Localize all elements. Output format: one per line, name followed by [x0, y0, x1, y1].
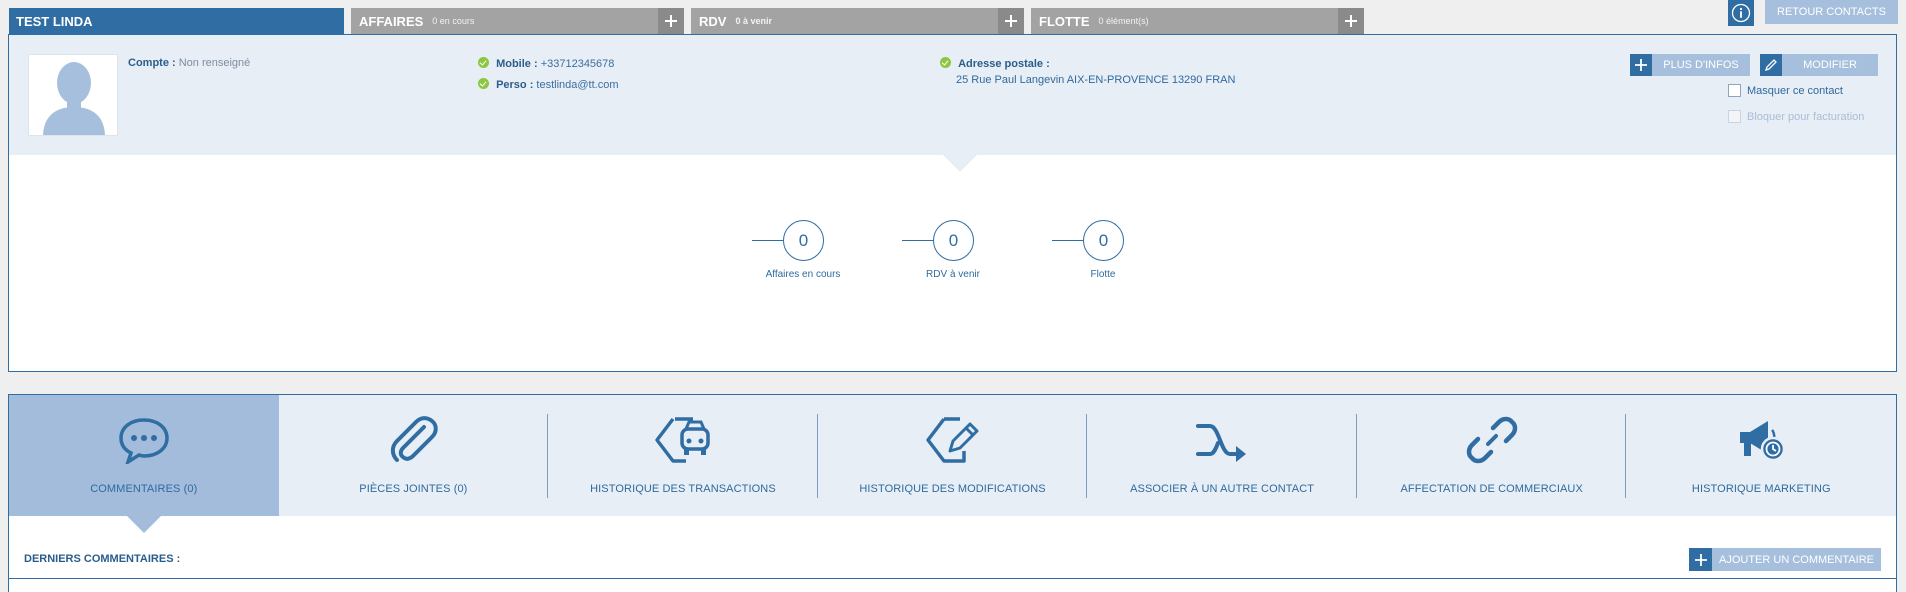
tab-rdv-sub: 0 à venir	[735, 16, 772, 26]
link-icon	[1466, 410, 1518, 470]
check-icon	[478, 57, 489, 68]
tab-associer-contact[interactable]: ASSOCIER À UN AUTRE CONTACT	[1087, 395, 1357, 516]
modifier-button[interactable]: MODIFIER	[1760, 54, 1878, 76]
tab-commentaires[interactable]: COMMENTAIRES (0)	[9, 395, 279, 516]
mobile-value[interactable]: +33712345678	[541, 58, 615, 70]
divider	[9, 578, 1896, 579]
megaphone-history-icon	[1734, 410, 1788, 470]
edit-tag-icon	[924, 410, 982, 470]
contact-panel: Compte : Non renseigné Mobile : +3371234…	[8, 34, 1897, 372]
bloquer-label: Bloquer pour facturation	[1747, 110, 1865, 123]
tab-rdv[interactable]: RDV 0 à venir	[691, 8, 1024, 34]
add-rdv-button[interactable]	[998, 8, 1024, 34]
stat-affaires-value: 0	[783, 220, 824, 261]
tab-associer-contact-label: ASSOCIER À UN AUTRE CONTACT	[1130, 483, 1315, 495]
ajouter-commentaire-label: AJOUTER UN COMMENTAIRE	[1718, 553, 1875, 566]
compte-label: Compte :	[128, 57, 176, 69]
adresse-line: Adresse postale :	[940, 57, 1050, 70]
check-icon	[940, 57, 951, 68]
compte-line: Compte : Non renseigné	[128, 57, 250, 69]
perso-email[interactable]: testlinda@tt.com	[536, 79, 618, 91]
panel-pointer	[943, 155, 977, 172]
avatar	[28, 54, 118, 136]
info-icon	[1731, 3, 1751, 23]
perso-label: Perso :	[496, 79, 534, 91]
tab-historique-marketing-label: HISTORIQUE MARKETING	[1691, 483, 1831, 495]
plus-icon	[1005, 15, 1017, 27]
paperclip-icon	[386, 410, 440, 470]
tab-affaires-sub: 0 en cours	[432, 16, 475, 26]
plus-infos-button[interactable]: PLUS D'INFOS	[1630, 54, 1750, 76]
retour-contacts-button[interactable]: RETOUR CONTACTS	[1765, 0, 1898, 24]
info-button[interactable]	[1728, 0, 1754, 26]
mobile-line: Mobile : +33712345678	[478, 57, 614, 70]
plus-icon	[1689, 548, 1712, 571]
tab-flotte[interactable]: FLOTTE 0 élément(s)	[1031, 8, 1364, 34]
ajouter-commentaire-button[interactable]: AJOUTER UN COMMENTAIRE	[1689, 548, 1881, 571]
stat-rdv-label: RDV à venir	[926, 269, 980, 280]
active-tab-pointer	[127, 516, 161, 533]
tab-historique-marketing[interactable]: HISTORIQUE MARKETING	[1626, 395, 1896, 516]
plus-icon	[665, 15, 677, 27]
user-silhouette-icon	[43, 62, 105, 135]
tab-rdv-title: RDV	[699, 13, 727, 29]
stat-affaires[interactable]: 0 Affaires en cours	[748, 220, 858, 280]
contact-info-area: Compte : Non renseigné Mobile : +3371234…	[9, 35, 1896, 155]
tab-affaires-title: AFFAIRES	[359, 13, 424, 29]
checkbox-box	[1728, 110, 1741, 123]
tab-historique-modifications[interactable]: HISTORIQUE DES MODIFICATIONS	[818, 395, 1088, 516]
mobile-label: Mobile :	[496, 58, 538, 70]
tab-affaires[interactable]: AFFAIRES 0 en cours	[351, 8, 684, 34]
add-flotte-button[interactable]	[1338, 8, 1364, 34]
masquer-label: Masquer ce contact	[1747, 84, 1843, 97]
stat-flotte-value: 0	[1083, 220, 1124, 261]
tab-historique-transactions-label: HISTORIQUE DES TRANSACTIONS	[590, 483, 776, 495]
plus-infos-label: PLUS D'INFOS	[1663, 59, 1739, 71]
car-tag-icon	[653, 410, 713, 470]
tab-historique-transactions[interactable]: HISTORIQUE DES TRANSACTIONS	[548, 395, 818, 516]
tab-pieces-jointes-label: PIÈCES JOINTES (0)	[359, 483, 468, 495]
detail-tabs: COMMENTAIRES (0) PIÈCES JOINTES (0) HIST…	[9, 395, 1896, 516]
stat-flotte[interactable]: 0 Flotte	[1048, 220, 1158, 280]
tab-flotte-sub: 0 élément(s)	[1098, 16, 1149, 26]
masquer-contact-checkbox[interactable]: Masquer ce contact	[1728, 84, 1843, 97]
contact-name: TEST LINDA	[16, 13, 93, 29]
checkbox-box[interactable]	[1728, 84, 1741, 97]
modifier-label: MODIFIER	[1803, 59, 1857, 71]
tab-contact[interactable]: TEST LINDA	[9, 8, 344, 34]
stat-flotte-label: Flotte	[1090, 269, 1116, 280]
adresse-value: 25 Rue Paul Langevin AIX-EN-PROVENCE 132…	[956, 74, 1236, 86]
tab-historique-modifications-label: HISTORIQUE DES MODIFICATIONS	[859, 483, 1046, 495]
stat-rdv[interactable]: 0 RDV à venir	[898, 220, 1008, 280]
pencil-icon	[1760, 54, 1782, 76]
plus-icon	[1630, 54, 1652, 76]
compte-value: Non renseigné	[178, 57, 251, 69]
tab-pieces-jointes[interactable]: PIÈCES JOINTES (0)	[279, 395, 549, 516]
tab-flotte-title: FLOTTE	[1039, 13, 1090, 29]
detail-section: COMMENTAIRES (0) PIÈCES JOINTES (0) HIST…	[8, 394, 1897, 592]
tab-affectation-commerciaux[interactable]: AFFECTATION DE COMMERCIAUX	[1357, 395, 1627, 516]
perso-line: Perso : testlinda@tt.com	[478, 78, 619, 91]
merge-arrow-icon	[1195, 410, 1249, 470]
adresse-label: Adresse postale :	[958, 58, 1050, 70]
chat-bubble-icon	[117, 410, 171, 470]
tab-commentaires-label: COMMENTAIRES (0)	[90, 483, 198, 495]
derniers-commentaires-title: DERNIERS COMMENTAIRES :	[24, 553, 181, 565]
stat-affaires-label: Affaires en cours	[765, 269, 841, 280]
plus-icon	[1345, 15, 1357, 27]
tab-affectation-commerciaux-label: AFFECTATION DE COMMERCIAUX	[1400, 483, 1583, 495]
check-icon	[478, 78, 489, 89]
stat-rdv-value: 0	[933, 220, 974, 261]
add-affaire-button[interactable]	[658, 8, 684, 34]
bloquer-facturation-checkbox: Bloquer pour facturation	[1728, 110, 1864, 123]
